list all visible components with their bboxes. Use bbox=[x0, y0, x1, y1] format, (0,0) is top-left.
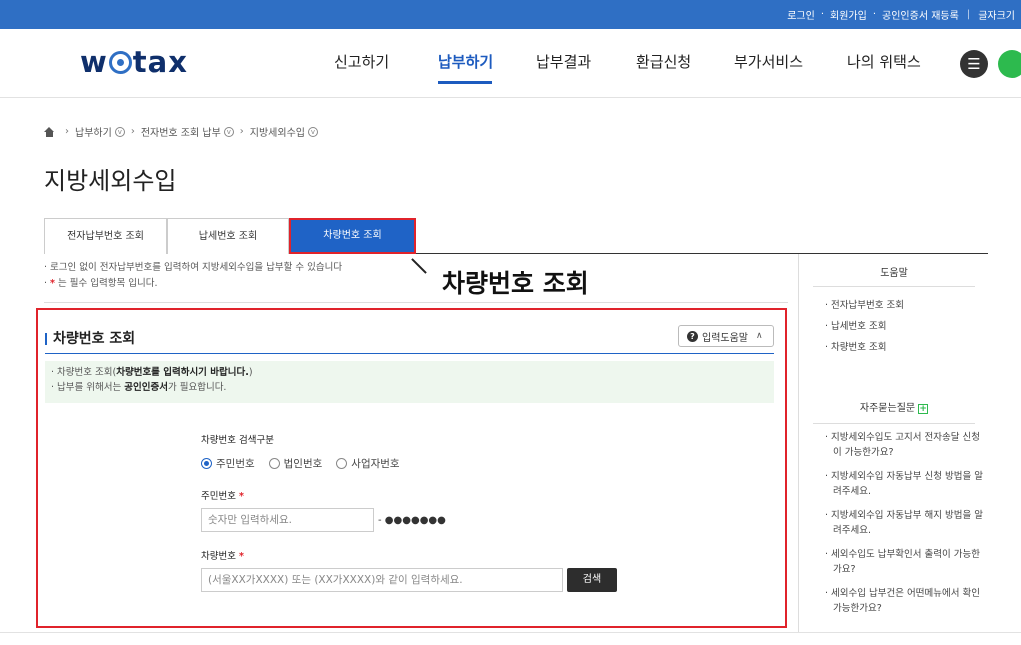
input-help-button[interactable]: ? 입력도움말 ∧ bbox=[678, 325, 774, 347]
breadcrumb-item[interactable]: 전자번호 조회 납부 bbox=[141, 124, 221, 139]
active-nav-underline bbox=[438, 81, 492, 84]
green-circle-icon[interactable] bbox=[998, 50, 1021, 78]
help-link[interactable]: 전자납부번호 조회 bbox=[825, 295, 904, 316]
info-box: · 차량번호 조회(차량번호를 입력하시기 바랍니다.) · 납부를 위해서는 … bbox=[45, 361, 774, 403]
breadcrumb-item[interactable]: 납부하기 bbox=[75, 124, 112, 139]
divider bbox=[44, 302, 788, 303]
id-number-input[interactable]: 숫자만 입력하세요. bbox=[201, 508, 374, 532]
faq-title: 자주묻는질문 + bbox=[859, 403, 929, 414]
menu-icon[interactable]: ☰ bbox=[960, 50, 988, 78]
nav-payment-result[interactable]: 납부결과 bbox=[536, 51, 591, 72]
nav-payment[interactable]: 납부하기 bbox=[438, 51, 493, 72]
divider bbox=[813, 423, 975, 424]
breadcrumb-arrow: › bbox=[239, 126, 244, 137]
logo-circle-icon bbox=[108, 51, 132, 74]
intro-notice: · 로그인 없이 전자납부번호를 입력하여 지방세외수입을 납부할 수 있습니다… bbox=[44, 260, 342, 292]
chevron-down-icon[interactable]: v bbox=[223, 126, 234, 137]
radio-resident-number[interactable]: 주민번호 bbox=[201, 456, 255, 471]
separator-dot: · bbox=[872, 9, 877, 20]
radio-business-number[interactable]: 사업자번호 bbox=[336, 456, 400, 471]
utility-links: 로그인 · 회원가입 · 공인인증서 재등록 | 글자크기 bbox=[787, 0, 1015, 29]
page-title: 지방세외수입 bbox=[44, 167, 177, 195]
wetax-logo[interactable]: w tax bbox=[80, 45, 188, 79]
cert-reregister-link[interactable]: 공인인증서 재등록 bbox=[882, 7, 959, 22]
help-link[interactable]: 차량번호 조회 bbox=[825, 337, 904, 358]
divider bbox=[813, 286, 975, 287]
id-number-row: 숫자만 입력하세요. - ●●●●●●● bbox=[201, 508, 761, 532]
nav-additional-service[interactable]: 부가서비스 bbox=[734, 51, 803, 72]
vehicle-number-row: (서울XX가XXXX) 또는 (XX가XXXX)와 같이 입력하세요. 검색 bbox=[201, 568, 761, 592]
callout-pointer bbox=[411, 258, 427, 274]
id-masked-suffix: - ●●●●●●● bbox=[378, 514, 446, 526]
vehicle-number-input[interactable]: (서울XX가XXXX) 또는 (XX가XXXX)와 같이 입력하세요. bbox=[201, 568, 563, 592]
search-form: 차량번호 검색구분 주민번호 법인번호 사업자번호 주민번호 * 숫자만 입력하… bbox=[201, 432, 761, 592]
id-number-label: 주민번호 * bbox=[201, 491, 244, 502]
vehicle-number-label: 차량번호 * bbox=[201, 551, 244, 562]
tab-bar: 전자납부번호 조회 납세번호 조회 차량번호 조회 bbox=[44, 218, 988, 254]
search-button[interactable]: 검색 bbox=[567, 568, 617, 592]
faq-item[interactable]: 지방세외수입 자동납부 해지 방법을 알려주세요. bbox=[825, 508, 985, 538]
help-title: 도움말 bbox=[880, 268, 908, 279]
info-line: · 납부를 위해서는 공인인증서가 필요합니다. bbox=[51, 382, 227, 393]
faq-item[interactable]: 세외수입도 납부확인서 출력이 가능한가요? bbox=[825, 547, 985, 577]
question-icon: ? bbox=[687, 330, 698, 342]
plus-icon[interactable]: + bbox=[918, 404, 929, 414]
breadcrumb-item[interactable]: 지방세외수입 bbox=[250, 124, 305, 139]
font-size-link[interactable]: 글자크기 bbox=[978, 7, 1015, 22]
nav-refund[interactable]: 환급신청 bbox=[636, 51, 691, 72]
faq-item[interactable]: 지방세외수입도 고지서 전자송달 신청이 가능한가요? bbox=[825, 430, 985, 460]
separator-dot: · bbox=[820, 9, 825, 20]
faq-list: 지방세외수입도 고지서 전자송달 신청이 가능한가요? 지방세외수입 자동납부 … bbox=[825, 430, 985, 625]
radio-unchecked-icon bbox=[336, 458, 348, 469]
help-links: 전자납부번호 조회 납세번호 조회 차량번호 조회 bbox=[825, 295, 904, 358]
faq-item[interactable]: 세외수입 납부건은 어떤메뉴에서 확인가능한가요? bbox=[825, 586, 985, 616]
site-header: w tax 신고하기 납부하기 납부결과 환급신청 부가서비스 나의 위택스 ☰ bbox=[0, 29, 1021, 98]
chevron-down-icon[interactable]: v bbox=[114, 126, 125, 137]
page-bottom-border bbox=[0, 632, 1021, 633]
radio-unchecked-icon bbox=[268, 458, 280, 469]
search-type-label: 차량번호 검색구분 bbox=[201, 435, 274, 446]
breadcrumb-arrow: › bbox=[130, 126, 135, 137]
breadcrumb-arrow: › bbox=[65, 126, 69, 137]
help-sidebar: 도움말 전자납부번호 조회 납세번호 조회 차량번호 조회 자주묻는질문+ 지방… bbox=[798, 254, 988, 632]
faq-item[interactable]: 지방세외수입 자동납부 신청 방법을 알려주세요. bbox=[825, 469, 985, 499]
signup-link[interactable]: 회원가입 bbox=[830, 7, 867, 22]
info-line: · 차량번호 조회(차량번호를 입력하시기 바랍니다.) bbox=[51, 367, 253, 378]
radio-checked-icon bbox=[201, 458, 212, 469]
panel-title: 차량번호 조회 bbox=[45, 328, 135, 348]
search-type-radio-group: 주민번호 법인번호 사업자번호 bbox=[201, 456, 761, 471]
breadcrumb: › 납부하기 v › 전자번호 조회 납부 v › 지방세외수입 v bbox=[44, 124, 318, 139]
tab-electronic-payment-number[interactable]: 전자납부번호 조회 bbox=[44, 218, 167, 254]
panel-header: 차량번호 조회 ? 입력도움말 ∧ bbox=[45, 325, 774, 354]
nav-report[interactable]: 신고하기 bbox=[334, 51, 389, 72]
help-link[interactable]: 납세번호 조회 bbox=[825, 316, 904, 337]
chevron-up-icon: ∧ bbox=[756, 331, 763, 341]
top-utility-bar: 로그인 · 회원가입 · 공인인증서 재등록 | 글자크기 bbox=[0, 0, 1021, 29]
radio-corporate-number[interactable]: 법인번호 bbox=[268, 456, 322, 471]
tab-vehicle-number[interactable]: 차량번호 조회 bbox=[289, 218, 416, 254]
help-button-label: 입력도움말 bbox=[702, 332, 748, 344]
vehicle-search-panel: 차량번호 조회 ? 입력도움말 ∧ · 차량번호 조회(차량번호를 입력하시기 … bbox=[36, 308, 787, 628]
notice-line: · 로그인 없이 전자납부번호를 입력하여 지방세외수입을 납부할 수 있습니다 bbox=[44, 262, 343, 273]
callout-label: 차량번호 조회 bbox=[442, 269, 589, 298]
notice-line: · * 는 필수 입력항목 입니다. bbox=[44, 278, 158, 289]
separator-bar: | bbox=[966, 9, 971, 20]
tab-tax-number[interactable]: 납세번호 조회 bbox=[167, 218, 289, 254]
chevron-down-icon[interactable]: v bbox=[307, 126, 318, 137]
home-icon[interactable] bbox=[44, 126, 55, 137]
nav-my-wetax[interactable]: 나의 위택스 bbox=[847, 51, 921, 72]
login-link[interactable]: 로그인 bbox=[787, 7, 815, 22]
